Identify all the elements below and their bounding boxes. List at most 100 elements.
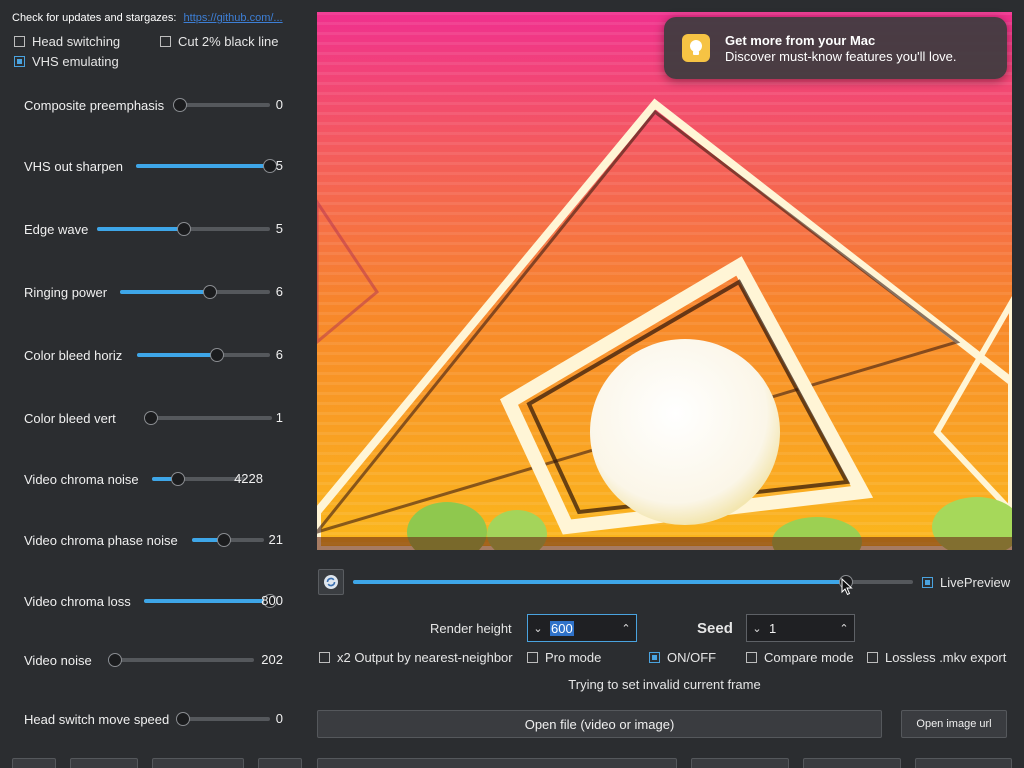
slider-label: VHS out sharpen [24, 158, 124, 174]
checkbox-box[interactable] [922, 577, 933, 588]
checkbox-box[interactable] [867, 652, 878, 663]
head-switching-checkbox[interactable]: Head switching [14, 34, 120, 49]
slider-value: 21 [268, 532, 283, 547]
slider-label: Color bleed horiz [24, 347, 123, 363]
slider-handle[interactable] [203, 285, 217, 299]
slider-row: Video noise 202 [24, 650, 304, 670]
preview-frame-image [317, 12, 1012, 550]
slider-value: 800 [261, 593, 283, 608]
chevron-up-icon[interactable]: ⌃ [834, 622, 854, 635]
slider-value: 6 [275, 284, 283, 299]
slider-label: Edge wave [24, 221, 89, 237]
lightbulb-icon [682, 34, 710, 62]
bottom-button-4[interactable] [258, 758, 302, 768]
render-height-value[interactable]: 600 [550, 620, 574, 636]
frame-slider[interactable] [353, 575, 913, 589]
open-file-button[interactable]: Open file (video or image) [317, 710, 882, 738]
chevron-down-icon[interactable]: ⌄ [747, 622, 767, 635]
bottom-button-1[interactable] [12, 758, 56, 768]
slider-handle[interactable] [217, 533, 232, 547]
seed-label: Seed [697, 620, 733, 637]
bottom-button-3[interactable] [152, 758, 244, 768]
slider-value: 5 [275, 221, 283, 236]
slider-label: Composite preemphasis [24, 97, 165, 113]
cut-black-line-label: Cut 2% black line [178, 34, 279, 49]
slider-row: Video chroma phase noise 21 [24, 530, 304, 550]
slider-fill [120, 290, 210, 294]
slider-label: Head switch move speed [24, 711, 170, 727]
seed-spinbox[interactable]: ⌄ 1 ⌃ [746, 614, 855, 642]
mac-notification[interactable]: Get more from your Mac Discover must-kno… [664, 17, 1007, 79]
compare-mode-label: Compare mode [764, 650, 854, 665]
pro-mode-label: Pro mode [545, 650, 602, 665]
slider-row: Ringing power 6 [24, 282, 304, 302]
slider-handle[interactable] [173, 98, 187, 112]
bottom-button-2[interactable] [70, 758, 138, 768]
seed-value[interactable]: 1 [767, 621, 834, 636]
slider-label: Video chroma noise [24, 471, 139, 487]
video-preview[interactable] [317, 12, 1012, 550]
slider-value: 202 [261, 652, 283, 667]
chevron-down-icon[interactable]: ⌄ [528, 622, 548, 635]
on-off-label: ON/OFF [667, 650, 717, 665]
render-height-spinbox[interactable]: ⌄ 600 ⌃ [527, 614, 637, 642]
slider-value: 5 [275, 158, 283, 173]
checkbox-box[interactable] [14, 36, 25, 47]
slider-handle[interactable] [176, 222, 191, 236]
vhs-emulating-checkbox[interactable]: VHS emulating [14, 54, 119, 69]
bottom-button-7[interactable] [803, 758, 901, 768]
slider-row: Composite preemphasis 0 [24, 95, 304, 115]
live-preview-label: LivePreview [940, 575, 1011, 590]
slider-handle[interactable] [209, 348, 224, 362]
checkbox-box[interactable] [746, 652, 757, 663]
updates-link[interactable]: https://github.com/... [184, 12, 283, 24]
slider-label: Video chroma loss [24, 593, 131, 609]
slider-fill [97, 227, 184, 231]
compare-mode-checkbox[interactable]: Compare mode [746, 650, 854, 665]
notification-title: Get more from your Mac [725, 32, 876, 48]
mouse-cursor-icon [841, 577, 853, 601]
slider-fill [137, 353, 217, 357]
lossless-export-label: Lossless .mkv export [885, 650, 1007, 665]
slider-label: Color bleed vert [24, 410, 116, 426]
slider-row: Video chroma noise 4228 [24, 469, 304, 489]
frame-slider-fill [353, 580, 846, 584]
open-image-url-button[interactable]: Open image url [901, 710, 1007, 738]
chevron-up-icon[interactable]: ⌃ [616, 622, 636, 635]
checkbox-box[interactable] [160, 36, 171, 47]
checkbox-box[interactable] [319, 652, 330, 663]
slider-handle[interactable] [171, 472, 186, 486]
on-off-checkbox[interactable]: ON/OFF [649, 650, 716, 665]
head-switching-label: Head switching [32, 34, 121, 49]
updates-line: Check for updates and stargazes: https:/… [12, 12, 283, 24]
reload-button[interactable] [318, 569, 344, 595]
vhs-emulating-label: VHS emulating [32, 54, 119, 69]
slider-value: 0 [275, 711, 283, 726]
live-preview-checkbox[interactable]: LivePreview [922, 575, 1010, 590]
checkbox-box[interactable] [527, 652, 538, 663]
slider-row: Head switch move speed 0 [24, 709, 304, 729]
checkbox-box[interactable] [649, 652, 660, 663]
bottom-button-8[interactable] [915, 758, 1012, 768]
slider-handle[interactable] [144, 411, 159, 425]
slider-label: Video noise [24, 652, 92, 668]
slider-handle[interactable] [176, 712, 190, 726]
slider-row: Video chroma loss 800 [24, 591, 304, 611]
cut-black-line-checkbox[interactable]: Cut 2% black line [160, 34, 278, 49]
slider-row: Color bleed horiz 6 [24, 345, 304, 365]
slider-row: Edge wave 5 [24, 219, 304, 239]
checkbox-box[interactable] [14, 56, 25, 67]
lossless-export-checkbox[interactable]: Lossless .mkv export [867, 650, 1006, 665]
bottom-button-6[interactable] [691, 758, 789, 768]
refresh-icon [324, 575, 338, 589]
x2-output-checkbox[interactable]: x2 Output by nearest-neighbor [319, 650, 513, 665]
slider-track[interactable] [108, 653, 254, 667]
slider-label: Video chroma phase noise [24, 532, 178, 548]
slider-handle[interactable] [108, 653, 123, 667]
slider-row: Color bleed vert 1 [24, 408, 304, 428]
pro-mode-checkbox[interactable]: Pro mode [527, 650, 601, 665]
slider-value: 4228 [234, 471, 263, 486]
render-height-label: Render height [430, 621, 512, 636]
bottom-button-5[interactable] [317, 758, 677, 768]
slider-value: 1 [275, 410, 283, 425]
